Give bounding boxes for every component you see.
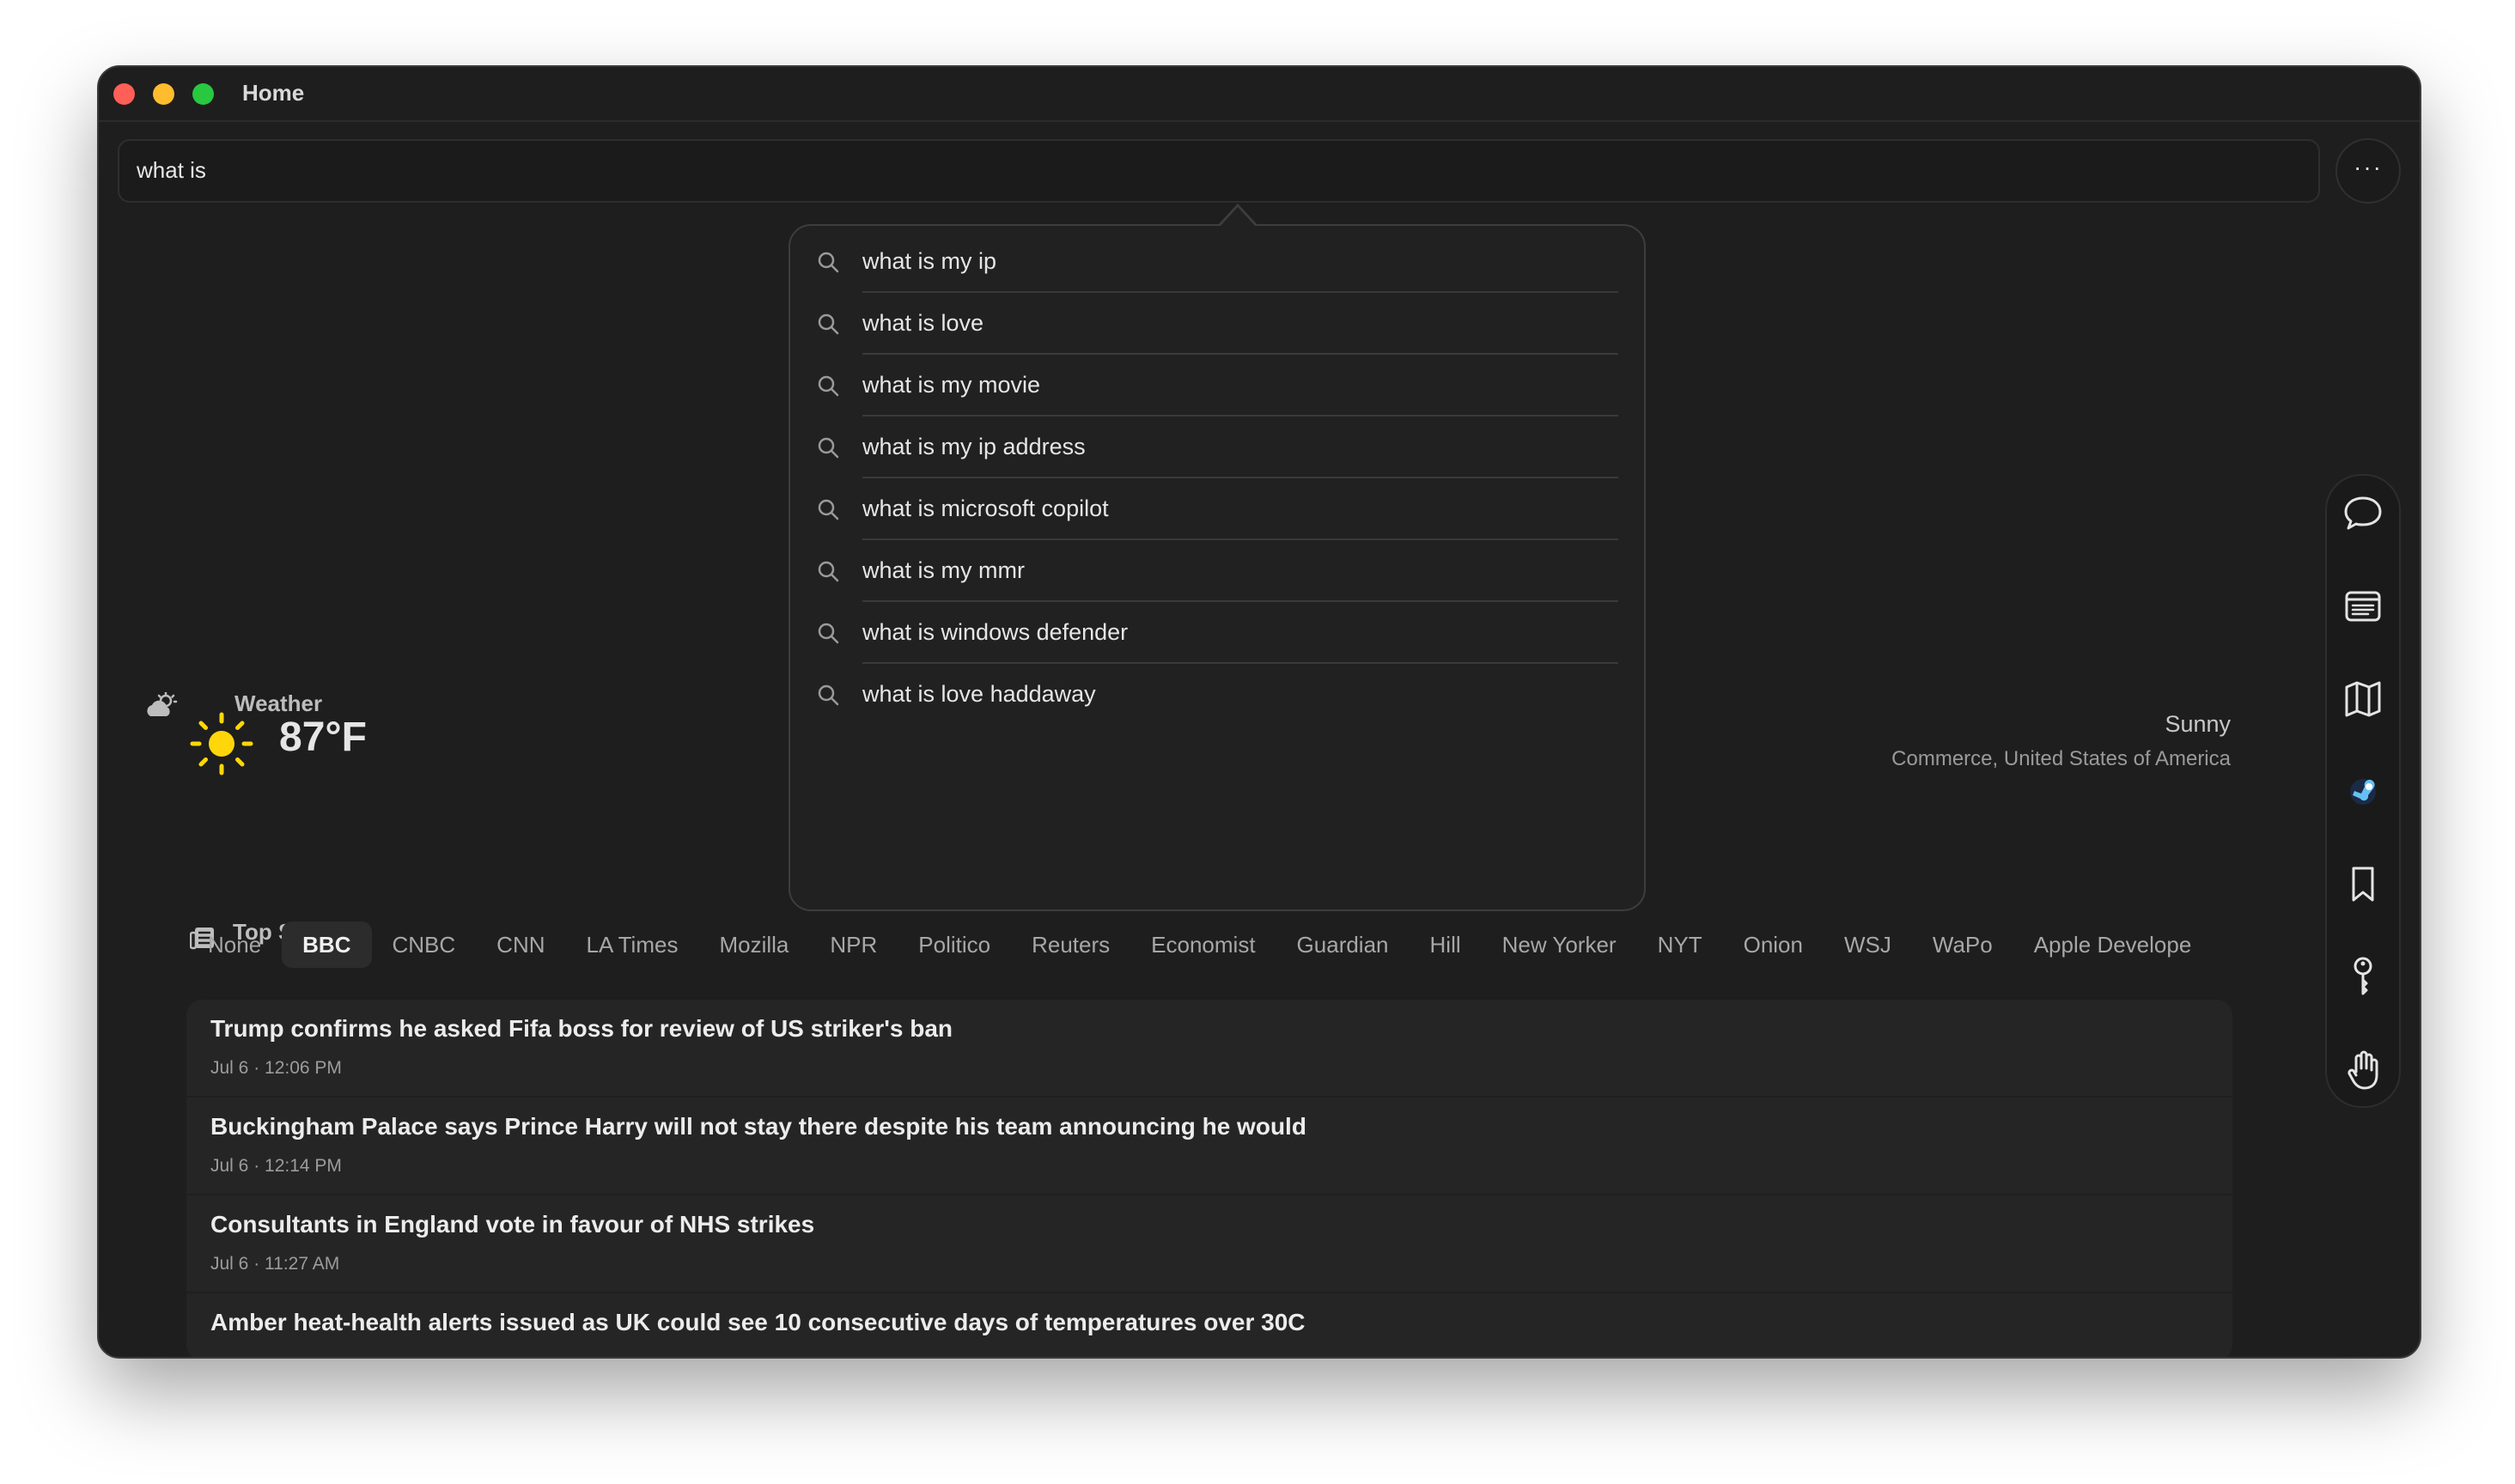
suggestion-item[interactable]: what is my mmr xyxy=(816,540,1618,602)
search-input[interactable]: what is xyxy=(118,139,2320,203)
suggestion-item[interactable]: what is my movie xyxy=(816,355,1618,417)
tab-source[interactable]: BBC xyxy=(282,921,372,968)
search-icon xyxy=(818,375,839,397)
tab-source[interactable]: Guardian xyxy=(1276,921,1410,968)
story-item[interactable]: Amber heat-health alerts issued as UK co… xyxy=(186,1293,2232,1357)
minimize-window-button[interactable] xyxy=(153,83,174,105)
story-title: Amber heat-health alerts issued as UK co… xyxy=(210,1309,1306,1335)
story-list: Trump confirms he asked Fifa boss for re… xyxy=(186,1000,2232,1357)
suggestion-text: what is microsoft copilot xyxy=(862,496,1109,521)
search-icon xyxy=(818,252,839,273)
tab-source[interactable]: Apple Develope xyxy=(2013,921,2213,968)
search-icon xyxy=(818,684,839,706)
story-item[interactable]: Trump confirms he asked Fifa boss for re… xyxy=(186,1000,2232,1098)
story-time: Jul 6 · 12:06 PM xyxy=(210,1058,342,1078)
temperature: 87°F xyxy=(279,715,367,760)
more-options-button[interactable]: ··· xyxy=(2335,138,2401,204)
news-icon xyxy=(2345,591,2381,622)
search-icon xyxy=(818,623,839,644)
bookmark-icon xyxy=(2352,867,2374,902)
bookmarks-button[interactable] xyxy=(2337,859,2389,910)
suggestion-item[interactable]: what is my ip xyxy=(816,231,1618,293)
privacy-button[interactable] xyxy=(2337,1044,2389,1096)
news-button[interactable] xyxy=(2337,581,2389,632)
steam-icon xyxy=(2350,779,2376,805)
story-item[interactable]: Buckingham Palace says Prince Harry will… xyxy=(186,1098,2232,1195)
suggestion-text: what is love xyxy=(862,310,984,336)
tab-source[interactable]: CNN xyxy=(476,921,565,968)
story-time: Jul 6 · 12:14 PM xyxy=(210,1156,342,1176)
suggestion-text: what is windows defender xyxy=(862,619,1129,645)
close-window-button[interactable] xyxy=(113,83,135,105)
chat-button[interactable] xyxy=(2337,488,2389,539)
search-suggestions-dropdown: what is my ip what is love what is my mo… xyxy=(789,224,1646,911)
tab-source[interactable]: New Yorker xyxy=(1482,921,1637,968)
dropdown-caret-fill xyxy=(1220,207,1256,227)
tab-source[interactable]: Onion xyxy=(1723,921,1824,968)
suggestion-text: what is my movie xyxy=(862,372,1041,398)
suggestion-item[interactable]: what is love haddaway xyxy=(816,664,1618,726)
tab-source[interactable]: WaPo xyxy=(1912,921,2013,968)
story-title: Buckingham Palace says Prince Harry will… xyxy=(210,1113,1306,1140)
tab-source[interactable]: Politico xyxy=(898,921,1011,968)
tab-source[interactable]: Reuters xyxy=(1011,921,1130,968)
weather-location: Commerce, United States of America xyxy=(1891,747,2231,770)
title-bar: Home xyxy=(99,67,2420,122)
story-item[interactable]: Consultants in England vote in favour of… xyxy=(186,1195,2232,1293)
tab-source[interactable]: WSJ xyxy=(1824,921,1912,968)
chat-bubble-icon xyxy=(2344,496,2382,530)
partly-cloudy-icon xyxy=(147,692,178,716)
suggestion-text: what is my mmr xyxy=(862,557,1025,583)
suggestion-text: what is love haddaway xyxy=(862,681,1096,707)
tab-source[interactable]: NPR xyxy=(809,921,898,968)
search-icon xyxy=(818,499,839,520)
sun-icon xyxy=(190,712,253,775)
search-icon xyxy=(818,313,839,335)
tab-source[interactable]: Economist xyxy=(1130,921,1276,968)
hand-icon xyxy=(2348,1050,2378,1090)
story-time: Jul 6 · 11:27 AM xyxy=(210,1254,340,1274)
tab-source[interactable]: LA Times xyxy=(566,921,699,968)
steam-button[interactable] xyxy=(2337,766,2389,818)
search-icon xyxy=(818,561,839,582)
zoom-window-button[interactable] xyxy=(192,83,214,105)
window-title: Home xyxy=(242,80,305,106)
story-title: Trump confirms he asked Fifa boss for re… xyxy=(210,1015,953,1042)
story-title: Consultants in England vote in favour of… xyxy=(210,1211,815,1238)
app-window: Home what is ··· Weather 87°F Sunny Comm… xyxy=(97,65,2421,1359)
tab-source[interactable]: None xyxy=(187,921,282,968)
tab-source[interactable]: NYT xyxy=(1637,921,1723,968)
suggestion-text: what is my ip xyxy=(862,248,997,274)
news-source-tabs: None BBC CNBC CNN LA Times Mozilla NPR P… xyxy=(187,921,2212,969)
tab-source[interactable]: CNBC xyxy=(372,921,477,968)
suggestion-text: what is my ip address xyxy=(862,434,1086,459)
suggestion-item[interactable]: what is love xyxy=(816,293,1618,355)
passwords-button[interactable] xyxy=(2337,952,2389,1003)
suggestion-item[interactable]: what is windows defender xyxy=(816,602,1618,664)
search-icon xyxy=(818,437,839,459)
weather-condition: Sunny xyxy=(2165,711,2231,737)
tab-source[interactable]: Mozilla xyxy=(698,921,809,968)
suggestion-item[interactable]: what is microsoft copilot xyxy=(816,478,1618,540)
right-sidebar xyxy=(2325,474,2401,1108)
search-input-value: what is xyxy=(137,157,206,183)
tab-source[interactable]: Hill xyxy=(1410,921,1482,968)
map-icon xyxy=(2345,681,2381,717)
map-button[interactable] xyxy=(2337,673,2389,725)
suggestion-item[interactable]: what is my ip address xyxy=(816,417,1618,478)
key-icon xyxy=(2354,957,2372,995)
